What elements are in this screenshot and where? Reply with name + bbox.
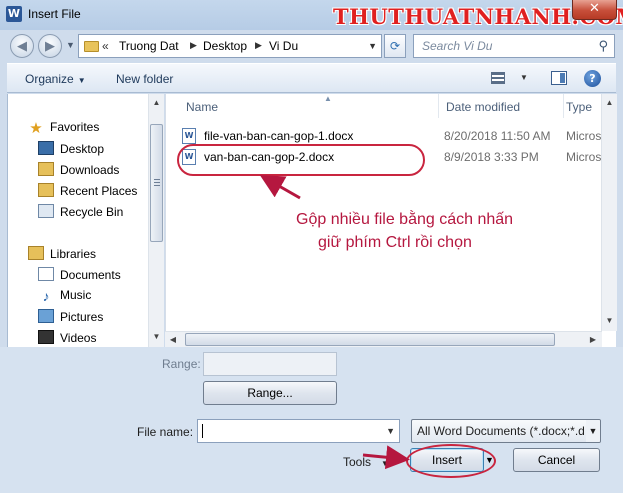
instruction-annotation: Gộp nhiều file bằng cách nhấn giữ phím C…	[296, 208, 596, 254]
word-document-icon: W	[182, 128, 196, 144]
scroll-up-icon[interactable]: ▲	[602, 98, 617, 107]
file-scrollbar[interactable]: ▲ ▼	[601, 94, 617, 331]
back-button[interactable]: ◀	[10, 34, 34, 58]
file-date: 8/9/2018 3:33 PM	[444, 150, 539, 164]
range-label: Range:	[162, 357, 201, 371]
scroll-left-icon[interactable]: ◀	[167, 335, 179, 344]
crumb-separator-icon[interactable]: ▶	[190, 40, 197, 51]
forward-button[interactable]: ▶	[38, 34, 62, 58]
nav-recent-places[interactable]: Recent Places	[38, 183, 137, 198]
close-button[interactable]: ✕	[572, 0, 617, 20]
videos-icon	[38, 330, 54, 344]
title-bar: W Insert File THUTHUATNHANH.COM ✕	[0, 0, 623, 30]
nav-music[interactable]: ♪ Music	[38, 288, 92, 304]
crumb-separator-icon[interactable]: ▶	[255, 40, 262, 51]
address-dropdown-icon[interactable]: ▼	[368, 41, 377, 51]
selection-highlight-ellipse	[177, 144, 425, 176]
insert-highlight-ellipse	[406, 444, 496, 478]
column-header-name[interactable]: ▲ Name	[186, 94, 439, 118]
nav-music-label: Music	[60, 288, 92, 302]
nav-scroll-thumb[interactable]	[150, 124, 163, 242]
nav-favorites-label: Favorites	[50, 120, 100, 134]
scroll-right-icon[interactable]: ▶	[587, 335, 599, 344]
search-input[interactable]: Search Vi Du ⚲	[413, 34, 615, 58]
file-name: file-van-ban-can-gop-1.docx	[204, 129, 354, 143]
music-note-icon: ♪	[42, 288, 50, 304]
view-dropdown-icon[interactable]: ▼	[520, 73, 528, 82]
nav-desktop[interactable]: Desktop	[38, 141, 104, 156]
recent-places-icon	[38, 183, 54, 197]
crumb-vi-du[interactable]: Vi Du	[269, 39, 298, 53]
address-bar[interactable]: « Truong Dat ▶ Desktop ▶ Vi Du ▼	[78, 34, 382, 58]
cancel-button[interactable]: Cancel	[513, 448, 600, 472]
navigation-pane: ★ Favorites Desktop Downloads Recent Plac…	[7, 94, 164, 347]
file-name-dropdown-icon[interactable]: ▼	[386, 426, 395, 436]
change-view-icon[interactable]	[491, 72, 505, 84]
window-title: Insert File	[28, 7, 81, 21]
organize-button[interactable]: Organize ▼	[25, 72, 86, 86]
column-header-date-modified[interactable]: Date modified	[446, 94, 564, 118]
preview-pane-icon[interactable]	[551, 71, 567, 85]
chevron-down-icon: ▼	[586, 420, 600, 442]
nav-downloads[interactable]: Downloads	[38, 162, 119, 177]
column-name-label: Name	[186, 100, 219, 114]
chevron-down-icon: ▼	[381, 459, 389, 468]
file-type-select[interactable]: All Word Documents (*.docx;*.d ▼	[411, 419, 601, 443]
desktop-icon	[38, 141, 54, 155]
file-name-input[interactable]: ▼	[197, 419, 400, 443]
scroll-down-icon[interactable]: ▼	[149, 332, 164, 341]
nav-libraries[interactable]: Libraries	[28, 246, 96, 261]
star-icon: ★	[29, 120, 43, 137]
horizontal-scroll-thumb[interactable]	[185, 333, 555, 346]
text-caret	[202, 424, 203, 438]
organize-label: Organize	[25, 72, 74, 86]
nav-desktop-label: Desktop	[60, 142, 105, 156]
file-date: 8/20/2018 11:50 AM	[444, 129, 551, 143]
nav-scrollbar[interactable]: ▲ ▼	[148, 94, 164, 347]
libraries-icon	[28, 246, 44, 260]
nav-videos-label: Videos	[60, 331, 97, 345]
search-icon[interactable]: ⚲	[598, 38, 608, 54]
sort-ascending-icon: ▲	[324, 94, 332, 103]
word-app-icon: W	[6, 6, 22, 22]
tools-label: Tools	[343, 455, 372, 469]
range-input	[203, 352, 337, 376]
scroll-up-icon[interactable]: ▲	[149, 98, 164, 107]
pictures-icon	[38, 309, 54, 323]
tools-menu-button[interactable]: Tools ▼	[343, 455, 389, 469]
nav-recycle-bin-label: Recycle Bin	[60, 205, 124, 219]
folder-icon	[84, 41, 99, 52]
recycle-bin-icon	[38, 204, 54, 218]
nav-pictures[interactable]: Pictures	[38, 309, 103, 324]
nav-libraries-label: Libraries	[50, 247, 97, 261]
nav-recent-places-label: Recent Places	[60, 184, 138, 198]
crumb-desktop[interactable]: Desktop	[203, 39, 247, 53]
help-icon[interactable]: ?	[584, 70, 601, 87]
documents-icon	[38, 267, 54, 281]
nav-recycle-bin[interactable]: Recycle Bin	[38, 204, 123, 219]
new-folder-button[interactable]: New folder	[116, 72, 173, 86]
nav-favorites[interactable]: ★ Favorites	[28, 120, 99, 136]
annotation-line-1: Gộp nhiều file bằng cách nhấn	[296, 211, 514, 228]
search-placeholder: Search Vi Du	[422, 39, 493, 53]
refresh-button[interactable]: ⟳	[384, 34, 406, 58]
overflow-crumb[interactable]: «	[102, 39, 109, 53]
nav-downloads-label: Downloads	[60, 163, 120, 177]
downloads-folder-icon	[38, 162, 54, 176]
nav-pictures-label: Pictures	[60, 310, 104, 324]
chevron-down-icon: ▼	[77, 76, 86, 85]
file-type-selected: All Word Documents (*.docx;*.d	[417, 424, 585, 438]
annotation-line-2: giữ phím Ctrl rồi chọn	[318, 234, 472, 251]
file-row[interactable]: W file-van-ban-can-gop-1.docx 8/20/2018 …	[182, 126, 615, 146]
recent-locations-dropdown-icon[interactable]: ▼	[66, 40, 75, 50]
range-button[interactable]: Range...	[203, 381, 337, 405]
nav-documents-label: Documents	[60, 268, 121, 282]
nav-documents[interactable]: Documents	[38, 267, 121, 282]
crumb-truong-dat[interactable]: Truong Dat	[119, 39, 179, 53]
file-horizontal-scrollbar[interactable]: ◀ ▶	[165, 331, 602, 347]
nav-videos[interactable]: Videos	[38, 330, 96, 345]
scroll-down-icon[interactable]: ▼	[602, 316, 617, 325]
command-bar: Organize ▼ New folder ▼ ?	[7, 63, 616, 93]
file-name-label: File name:	[137, 425, 194, 439]
